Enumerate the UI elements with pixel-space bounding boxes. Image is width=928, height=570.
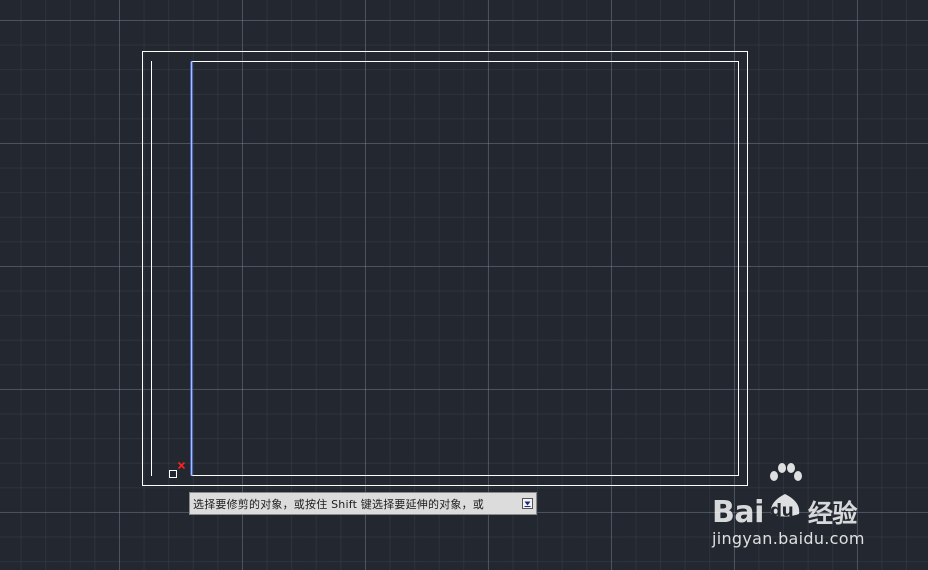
watermark-brand-du: du bbox=[769, 501, 794, 521]
watermark-brand-prefix: Bai bbox=[712, 495, 764, 530]
paw-logo-icon: du bbox=[765, 463, 805, 522]
cross-marker-icon bbox=[177, 461, 186, 470]
watermark-brand: Bai du 经验 bbox=[712, 463, 858, 530]
pickbox-cursor-icon bbox=[169, 470, 177, 478]
watermark-brand-suffix: 经验 bbox=[807, 499, 858, 528]
down-arrow-icon[interactable] bbox=[522, 498, 533, 509]
inner-rectangle[interactable] bbox=[191, 61, 739, 476]
baidu-jingyan-watermark: Bai du 经验 jingyan.baidu.com bbox=[708, 463, 888, 558]
command-prompt-text: 选择要修剪的对象，或按住 Shift 键选择要延伸的对象，或 bbox=[193, 497, 484, 511]
watermark-url: jingyan.baidu.com bbox=[712, 529, 865, 548]
outer-rectangle[interactable] bbox=[142, 51, 748, 486]
down-arrow-glyph bbox=[524, 501, 531, 507]
command-prompt-tooltip: 选择要修剪的对象，或按住 Shift 键选择要延伸的对象，或 bbox=[189, 492, 537, 515]
